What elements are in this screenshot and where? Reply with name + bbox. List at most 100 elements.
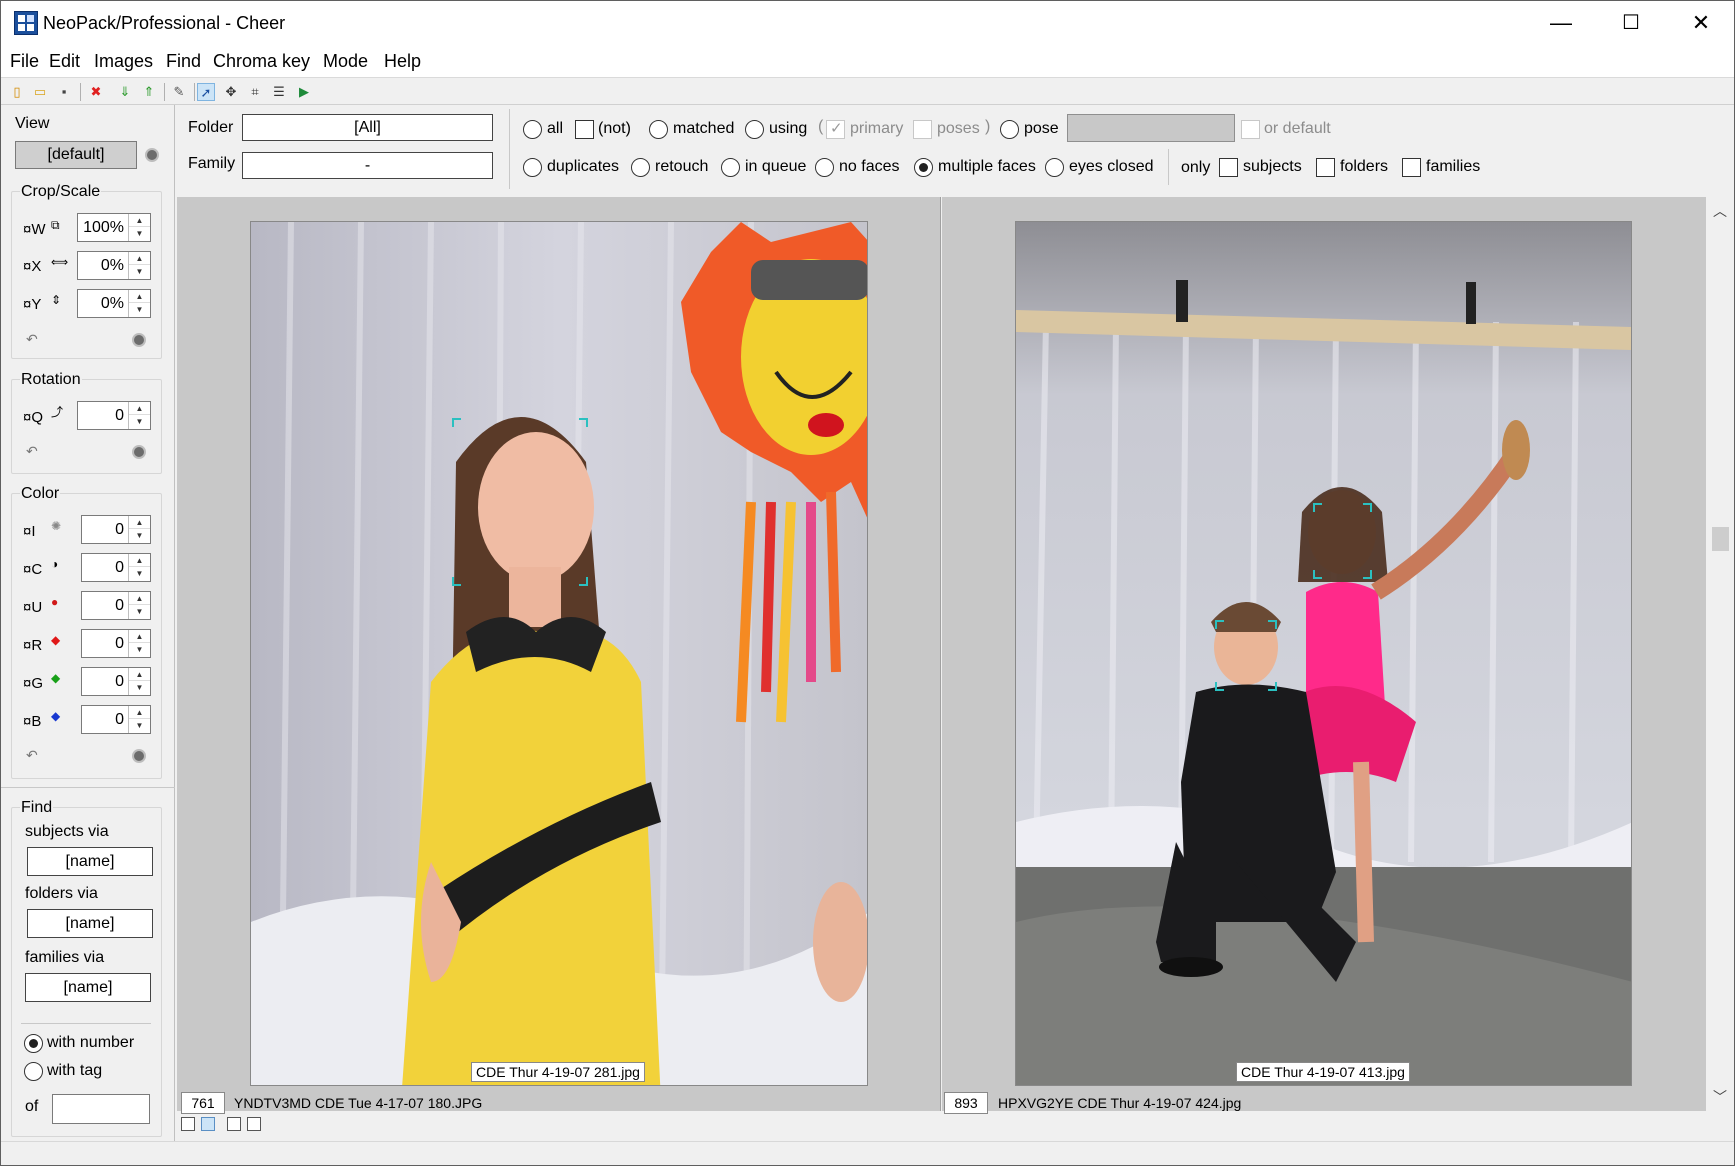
scroll-down-icon[interactable]: ﹀	[1706, 1085, 1734, 1109]
rotation-undo-icon[interactable]: ↶	[26, 443, 38, 460]
family-field[interactable]: -	[242, 152, 493, 179]
delete-icon[interactable]: ✖	[87, 83, 105, 101]
scroll-up-icon[interactable]: ︿	[1706, 199, 1734, 223]
menu-file[interactable]: File	[10, 51, 39, 72]
maximize-button[interactable]: ☐	[1596, 1, 1666, 45]
all-radio[interactable]	[523, 120, 542, 139]
primary-checkbox[interactable]: ✓	[826, 120, 845, 139]
multiple-faces-radio[interactable]	[914, 158, 933, 177]
folder-field[interactable]: [All]	[242, 114, 493, 141]
pose-select[interactable]	[1067, 114, 1235, 142]
y-spinner[interactable]: 0% ▲ ▼	[77, 289, 151, 318]
crop-tool-icon[interactable]: ⌗	[246, 83, 264, 101]
pane-divider[interactable]	[940, 197, 942, 1111]
minimize-button[interactable]: —	[1526, 1, 1596, 45]
g-spinner[interactable]: 0 ▲ ▼	[81, 667, 151, 696]
list-tool-icon[interactable]: ☰	[270, 83, 288, 101]
b-spinner[interactable]: 0 ▲ ▼	[81, 705, 151, 734]
g-spinner-arrows[interactable]: ▲ ▼	[128, 668, 150, 695]
menu-find[interactable]: Find	[166, 51, 201, 72]
with-number-radio[interactable]	[24, 1034, 43, 1053]
retouch-radio[interactable]	[631, 158, 650, 177]
families-name-field[interactable]: [name]	[25, 973, 151, 1002]
lock-view-icon[interactable]	[247, 1117, 261, 1131]
photo-left[interactable]	[250, 221, 868, 1086]
overlay-view-icon[interactable]	[227, 1117, 241, 1131]
menu-chroma-key[interactable]: Chroma key	[213, 51, 310, 72]
of-input[interactable]	[52, 1094, 150, 1124]
x-spinner[interactable]: 0% ▲ ▼	[77, 251, 151, 280]
crop-undo-icon[interactable]: ↶	[26, 331, 38, 348]
view-default-button[interactable]: [default]	[15, 141, 137, 169]
saturation-icon: ●	[51, 595, 59, 609]
u-spinner[interactable]: 0 ▲ ▼	[81, 591, 151, 620]
c-spinner-arrows[interactable]: ▲ ▼	[128, 554, 150, 581]
status-bar	[1, 1141, 1734, 1165]
using-radio[interactable]	[745, 120, 764, 139]
subjects-name-field[interactable]: [name]	[27, 847, 153, 876]
import-down-icon[interactable]: ⇓	[116, 83, 134, 101]
folders-checkbox[interactable]	[1316, 158, 1335, 177]
matched-radio[interactable]	[649, 120, 668, 139]
rotate-icon: ⤴	[51, 405, 64, 419]
rotation-reset-icon[interactable]	[132, 445, 146, 459]
menu-edit[interactable]: Edit	[49, 51, 80, 72]
subjects-checkbox[interactable]	[1219, 158, 1238, 177]
menu-help[interactable]: Help	[384, 51, 421, 72]
move-tool-icon[interactable]: ✥	[222, 83, 240, 101]
in-queue-radio[interactable]	[721, 158, 740, 177]
photo-right[interactable]	[1015, 221, 1632, 1086]
y-spinner-arrows[interactable]: ▲ ▼	[128, 290, 150, 317]
eyes-closed-radio[interactable]	[1045, 158, 1064, 177]
i-spinner-arrows[interactable]: ▲ ▼	[128, 516, 150, 543]
crop-reset-icon[interactable]	[132, 333, 146, 347]
families-label: families	[1426, 158, 1481, 175]
photo-left-number[interactable]: 761	[181, 1092, 225, 1114]
view-label: View	[15, 115, 50, 132]
u-spinner-arrows[interactable]: ▲ ▼	[128, 592, 150, 619]
or-default-checkbox[interactable]	[1241, 120, 1260, 139]
photo-right-number[interactable]: 893	[944, 1092, 988, 1114]
not-checkbox[interactable]	[575, 120, 594, 139]
open-folder-icon[interactable]: ▭	[31, 83, 49, 101]
with-tag-radio[interactable]	[24, 1062, 43, 1081]
export-tool-icon[interactable]: ▶	[295, 83, 313, 101]
no-faces-radio[interactable]	[815, 158, 834, 177]
dual-view-icon[interactable]	[201, 1117, 215, 1131]
vertical-scrollbar[interactable]: ︿ ﹀	[1706, 197, 1734, 1111]
close-button[interactable]: ✕	[1666, 1, 1734, 45]
q-spinner-arrows[interactable]: ▲ ▼	[128, 402, 150, 429]
menu-images[interactable]: Images	[94, 51, 153, 72]
green-channel-icon: ◆	[51, 671, 61, 685]
color-undo-icon[interactable]: ↶	[26, 747, 38, 764]
color-reset-icon[interactable]	[132, 749, 146, 763]
menu-mode[interactable]: Mode	[323, 51, 368, 72]
crop-scale-label: Crop/Scale	[20, 183, 102, 201]
import-up-icon[interactable]: ⇑	[140, 83, 158, 101]
new-file-icon[interactable]: ▯	[8, 83, 26, 101]
c-spinner[interactable]: 0 ▲ ▼	[81, 553, 151, 582]
brush-icon[interactable]: ✎	[170, 83, 188, 101]
folders-label: folders	[1340, 158, 1389, 175]
r-spinner-arrows[interactable]: ▲ ▼	[128, 630, 150, 657]
r-label: ¤R	[23, 637, 43, 654]
r-spinner[interactable]: 0 ▲ ▼	[81, 629, 151, 658]
eyes-closed-label: eyes closed	[1069, 158, 1154, 175]
folders-name-field[interactable]: [name]	[27, 909, 153, 938]
x-spinner-arrows[interactable]: ▲ ▼	[128, 252, 150, 279]
multiple-faces-label: multiple faces	[938, 158, 1036, 175]
duplicates-radio[interactable]	[523, 158, 542, 177]
b-spinner-arrows[interactable]: ▲ ▼	[128, 706, 150, 733]
save-icon[interactable]: ▪	[55, 83, 73, 101]
q-spinner[interactable]: 0 ▲ ▼	[77, 401, 151, 430]
families-checkbox[interactable]	[1402, 158, 1421, 177]
pose-radio[interactable]	[1000, 120, 1019, 139]
view-reset-icon[interactable]	[145, 148, 159, 162]
pointer-tool-icon[interactable]: ➚	[197, 83, 215, 101]
single-view-icon[interactable]	[181, 1117, 195, 1131]
w-spinner[interactable]: 100% ▲ ▼	[77, 213, 151, 242]
poses-checkbox[interactable]	[913, 120, 932, 139]
i-spinner[interactable]: 0 ▲ ▼	[81, 515, 151, 544]
w-spinner-arrows[interactable]: ▲ ▼	[128, 214, 150, 241]
scrollbar-thumb[interactable]	[1712, 527, 1729, 551]
